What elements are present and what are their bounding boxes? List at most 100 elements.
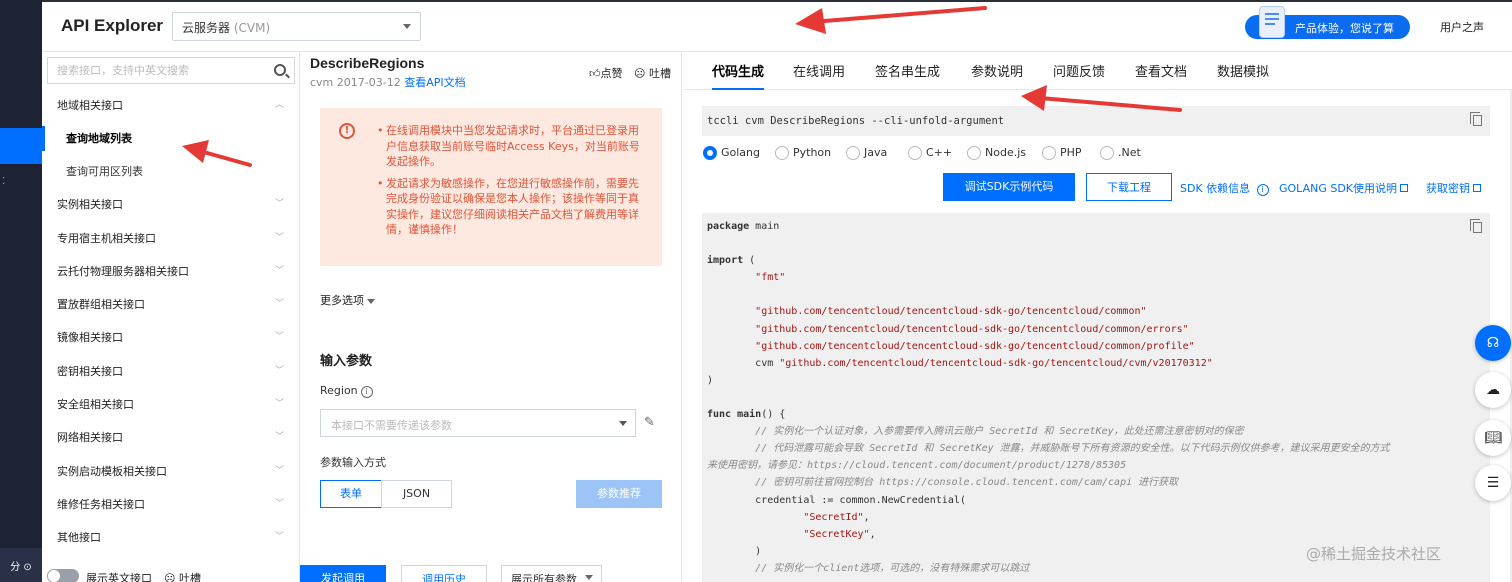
code-token: "github.com/tencentcloud/tencentcloud-sd… xyxy=(755,340,1195,352)
code-lines: package main import ( "fmt" "github.com/… xyxy=(707,218,1485,577)
sdk-dependency-link[interactable]: SDK 依赖信息 i xyxy=(1180,180,1269,196)
code-token: "SecretId" xyxy=(803,511,864,523)
tab-param-docs[interactable]: 参数说明 xyxy=(971,61,1023,80)
copy-icon[interactable] xyxy=(1470,219,1482,233)
english-interface-label: 展示英文接口 xyxy=(86,572,152,582)
user-voice-link[interactable]: 用户之声 xyxy=(1440,19,1484,35)
info-icon[interactable]: i xyxy=(360,386,373,398)
radio-golang[interactable]: Golang xyxy=(703,146,760,160)
copy-icon[interactable] xyxy=(1470,112,1482,126)
sidebar-footer: 展示英文接口 ☹ 吐槽 xyxy=(42,566,300,582)
chevron-down-icon: ﹀ xyxy=(274,532,284,543)
mode-json-button[interactable]: JSON xyxy=(381,480,452,508)
top-header: API Explorer 云服务器 (CVM) 产品体验，您说了算 用户之声 xyxy=(42,0,1512,52)
code-line: // 密钥可前往官网控制台 https://console.cloud.tenc… xyxy=(707,474,1485,491)
tab-signature[interactable]: 签名串生成 xyxy=(875,61,940,80)
get-key-link[interactable]: 获取密钥 xyxy=(1426,180,1481,196)
nav-group-placement[interactable]: 置放群组相关接口 ﹀ xyxy=(42,288,300,321)
code-token: "github.com/tencentcloud/tencentcloud-sd… xyxy=(779,357,1213,369)
interface-search-input[interactable] xyxy=(57,64,257,77)
radio-label: Golang xyxy=(721,146,761,159)
console-bottom-controls[interactable]: 分 ⊙ xyxy=(0,548,42,582)
interface-search-box[interactable] xyxy=(47,57,295,84)
golang-sdk-doc-link[interactable]: GOLANG SDK使用说明 xyxy=(1279,180,1409,196)
console-active-item[interactable] xyxy=(0,128,42,164)
chevron-down-icon: ﹀ xyxy=(274,199,284,210)
tab-docs[interactable]: 查看文档 xyxy=(1135,61,1187,80)
tab-mock[interactable]: 数据模拟 xyxy=(1217,61,1269,80)
code-line: 来使用密钥，请参见：https://cloud.tencent.com/docu… xyxy=(707,457,1485,474)
download-project-button[interactable]: 下载工程 xyxy=(1086,173,1172,201)
region-select[interactable]: 本接口不需要传递该参数 xyxy=(320,409,636,437)
cloud-icon[interactable]: ☁ xyxy=(1475,372,1511,408)
chevron-up-icon: ︿ xyxy=(274,100,284,110)
call-history-button[interactable]: 调用历史 xyxy=(401,565,487,582)
show-all-params-select[interactable]: 展示所有参数 xyxy=(501,565,602,582)
radio-cpp[interactable]: C++ xyxy=(908,146,952,160)
list-icon[interactable]: ☰ xyxy=(1475,465,1511,501)
api-meta: cvm 2017-03-12 查看API文档 xyxy=(310,74,466,90)
edit-icon[interactable]: ✎ xyxy=(644,415,655,430)
nav-group-label: 地域相关接口 xyxy=(57,99,123,112)
product-select[interactable]: 云服务器 (CVM) xyxy=(172,12,421,41)
radio-nodejs[interactable]: Node.js xyxy=(967,146,1026,160)
nav-group-image[interactable]: 镜像相关接口 ﹀ xyxy=(42,321,300,354)
nav-group-instance[interactable]: 实例相关接口 ﹀ xyxy=(42,188,300,221)
radio-python[interactable]: Python xyxy=(775,146,831,160)
english-interface-toggle[interactable] xyxy=(47,569,79,582)
book-icon[interactable]: 📖︎ xyxy=(1475,420,1511,456)
code-line: // 代码泄露可能会导致 SecretId 和 SecretKey 泄露，并威胁… xyxy=(707,440,1485,457)
feedback-pill-label: 产品体验，您说了算 xyxy=(1295,22,1394,35)
nav-group-security-group[interactable]: 安全组相关接口 ﹀ xyxy=(42,388,300,421)
tab-online-call[interactable]: 在线调用 xyxy=(793,61,845,80)
chevron-down-icon: ﹀ xyxy=(274,299,284,310)
send-request-button[interactable]: 发起调用 xyxy=(300,565,386,582)
nav-group-maintenance[interactable]: 维修任务相关接口 ﹀ xyxy=(42,488,300,521)
nav-group-region[interactable]: 地域相关接口 ︿ xyxy=(42,89,300,122)
radio-java[interactable]: Java xyxy=(846,146,887,160)
nav-group-label: 密钥相关接口 xyxy=(57,364,123,378)
nav-sub-label: 查询地域列表 xyxy=(66,132,132,146)
code-token: credential := common.NewCredential( xyxy=(707,494,966,506)
more-options-toggle[interactable]: 更多选项 xyxy=(320,292,375,308)
debug-sdk-demo-button[interactable]: 调试SDK示例代码 xyxy=(943,173,1075,201)
radio-dotnet[interactable]: .Net xyxy=(1100,146,1141,160)
warning-text-1: 在线调用模块中当您发起请求时，平台通过已登录用户信息获取当前账号临时Access… xyxy=(377,123,642,170)
nav-group-other[interactable]: 其他接口 ﹀ xyxy=(42,521,300,554)
like-button[interactable]: 👍︎点赞 xyxy=(589,65,623,81)
mode-form-button[interactable]: 表单 xyxy=(320,480,382,508)
tab-code-gen[interactable]: 代码生成 xyxy=(712,61,765,90)
code-line: // 实例化一个认证对象，入参需要传入腾讯云账户 SecretId 和 Secr… xyxy=(707,423,1485,440)
tucao-label: 吐槽 xyxy=(648,67,671,80)
api-doc-link[interactable]: 查看API文档 xyxy=(404,76,465,89)
code-token: () { xyxy=(761,409,786,421)
feedback-icon xyxy=(1259,6,1285,38)
nav-group-dedicated-host[interactable]: 专用宿主机相关接口 ﹀ xyxy=(42,222,300,255)
code-panel: 代码生成 在线调用 签名串生成 参数说明 问题反馈 查看文档 数据模拟 tccl… xyxy=(683,52,1512,582)
radio-dot xyxy=(1100,146,1114,160)
sidebar-tucao-link[interactable]: ☹ 吐槽 xyxy=(164,570,201,582)
request-actions: 发起调用 调用历史 展示所有参数 xyxy=(300,565,682,582)
nav-group-keypair[interactable]: 密钥相关接口 ﹀ xyxy=(42,355,300,388)
feedback-pill-button[interactable]: 产品体验，您说了算 xyxy=(1245,6,1410,39)
search-icon[interactable] xyxy=(274,64,286,76)
nav-sub-describe-regions[interactable]: 查询地域列表 xyxy=(42,122,300,155)
param-recommend-button[interactable]: 参数推荐 xyxy=(576,480,662,508)
radio-php[interactable]: PHP xyxy=(1042,146,1082,160)
headset-support-icon[interactable]: ☊ xyxy=(1475,325,1511,361)
nav-group-network[interactable]: 网络相关接口 ﹀ xyxy=(42,421,300,454)
code-token: "fmt" xyxy=(755,272,786,284)
nav-group-launch-template[interactable]: 实例启动模板相关接口 ﹀ xyxy=(42,455,300,488)
tab-feedback[interactable]: 问题反馈 xyxy=(1053,61,1105,80)
code-token: // 实例化一个认证对象，入参需要传入腾讯云账户 SecretId 和 Secr… xyxy=(755,426,1244,438)
code-line: ) xyxy=(707,372,1485,389)
tucao-button[interactable]: ☹ 吐槽 xyxy=(634,65,671,81)
api-name: DescribeRegions xyxy=(310,55,425,71)
nav-group-hosted-physical[interactable]: 云托付物理服务器相关接口 ﹀ xyxy=(42,255,300,288)
code-line: func main() { xyxy=(707,406,1485,423)
nav-sub-describe-zones[interactable]: 查询可用区列表 xyxy=(42,155,300,188)
